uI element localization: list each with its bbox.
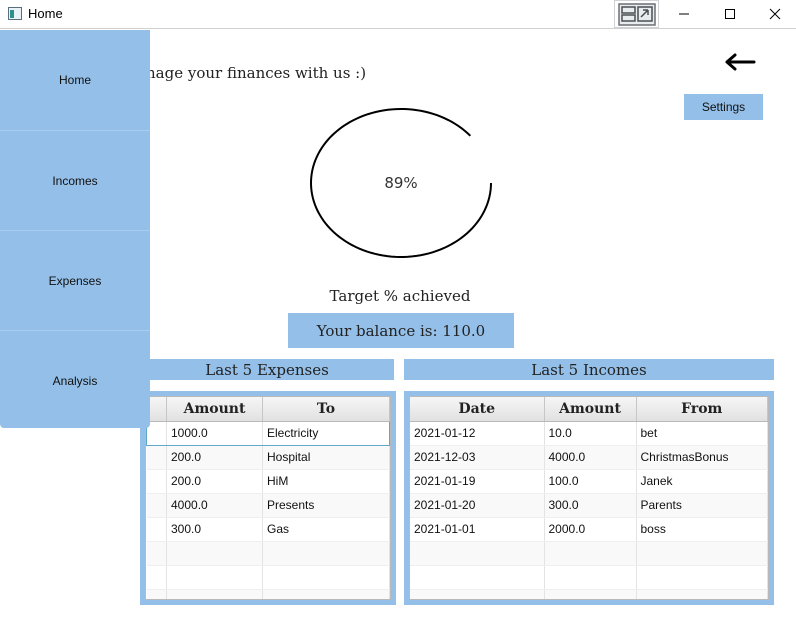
table-header-row: Date Amount From [410, 397, 768, 422]
cell-to: Electricity [262, 420, 390, 446]
cell-amount: 200.0 [166, 445, 263, 470]
cell-date: 2021-01-01 [410, 517, 545, 542]
close-button[interactable] [752, 0, 796, 28]
table-header-row: Amount To [146, 397, 390, 422]
cell-to: HiM [262, 469, 390, 494]
empty-row [410, 565, 768, 590]
cell-amount: 100.0 [544, 469, 637, 494]
cell-from: ChristmasBonus [636, 445, 768, 470]
cell-to: Presents [262, 493, 390, 518]
table-row[interactable]: 1000.0 Electricity [146, 420, 390, 446]
cell-amount: 4000.0 [166, 493, 263, 518]
sidebar-item-analysis[interactable]: Analysis [0, 330, 150, 430]
table-row[interactable]: 4000.0 Presents [146, 493, 390, 518]
target-progress-indicator: 89% [308, 107, 494, 259]
expenses-table[interactable]: Amount To 1000.0 Electricity 200.0 Hospita… [145, 396, 391, 600]
cell-amount: 2000.0 [544, 517, 637, 542]
incomes-section-title: Last 5 Incomes [404, 359, 774, 380]
app-window-icon [8, 7, 22, 20]
cell-amount: 300.0 [166, 517, 263, 542]
maximize-icon [725, 9, 735, 19]
empty-row [146, 589, 390, 599]
table-row[interactable]: 200.0 HiM [146, 469, 390, 494]
sidebar-item-expenses[interactable]: Expenses [0, 230, 150, 330]
cell-from: Janek [636, 469, 768, 494]
cell-to: Hospital [262, 445, 390, 470]
snap-layout-button[interactable] [614, 0, 659, 28]
table-row[interactable]: 2021-12-03 4000.0 ChristmasBonus [410, 445, 768, 470]
table-row[interactable]: 200.0 Hospital [146, 445, 390, 470]
arrow-left-icon [725, 53, 756, 71]
maximize-button[interactable] [707, 0, 753, 28]
cell-from: Parents [636, 493, 768, 518]
cell-amount: 10.0 [544, 421, 637, 446]
cell-amount: 200.0 [166, 469, 263, 494]
empty-row [146, 565, 390, 590]
table-row[interactable]: 2021-01-20 300.0 Parents [410, 493, 768, 518]
table-row[interactable]: 2021-01-19 100.0 Janek [410, 469, 768, 494]
empty-row [146, 541, 390, 566]
empty-row [410, 541, 768, 566]
incomes-table[interactable]: Date Amount From 2021-01-12 10.0 bet 2021-… [409, 396, 769, 600]
column-header-to[interactable]: To [262, 397, 390, 422]
cell-amount: 1000.0 [166, 420, 263, 446]
incomes-table-frame: Date Amount From 2021-01-12 10.0 bet 2021-… [404, 391, 774, 605]
expenses-section-title: Last 5 Expenses [140, 359, 394, 380]
settings-button[interactable]: Settings [684, 94, 763, 120]
cell-date: 2021-12-03 [410, 445, 545, 470]
column-header-amount[interactable]: Amount [166, 397, 263, 422]
snap-layout-icon [618, 3, 656, 26]
title-bar: Home [0, 0, 796, 29]
table-row[interactable]: 2021-01-12 10.0 bet [410, 421, 768, 446]
minimize-icon [679, 13, 689, 15]
sidebar-item-home[interactable]: Home [0, 30, 150, 130]
cell-from: bet [636, 421, 768, 446]
window-title: Home [28, 6, 63, 21]
target-label: Target % achieved [329, 287, 471, 305]
minimize-button[interactable] [661, 0, 707, 28]
cell-amount: 4000.0 [544, 445, 637, 470]
welcome-text: nage your finances with us :) [146, 64, 367, 82]
expenses-table-frame: Amount To 1000.0 Electricity 200.0 Hospita… [140, 391, 396, 605]
sidebar-item-incomes[interactable]: Incomes [0, 130, 150, 230]
cell-date: 2021-01-12 [410, 421, 545, 446]
cell-from: boss [636, 517, 768, 542]
column-header-amount[interactable]: Amount [544, 397, 637, 422]
progress-percent: 89% [384, 174, 418, 192]
cell-date: 2021-01-19 [410, 469, 545, 494]
table-row[interactable]: 2021-01-01 2000.0 boss [410, 517, 768, 542]
column-header-from[interactable]: From [636, 397, 768, 422]
sidebar-drawer: Home Incomes Expenses Analysis [0, 30, 150, 428]
close-icon [769, 8, 781, 20]
column-header-date[interactable]: Date [410, 397, 545, 422]
table-row[interactable]: 300.0 Gas [146, 517, 390, 542]
cell-to: Gas [262, 517, 390, 542]
back-button[interactable] [722, 51, 758, 73]
cell-date: 2021-01-20 [410, 493, 545, 518]
cell-amount: 300.0 [544, 493, 637, 518]
balance-display: Your balance is: 110.0 [288, 313, 514, 348]
empty-row [410, 589, 768, 599]
